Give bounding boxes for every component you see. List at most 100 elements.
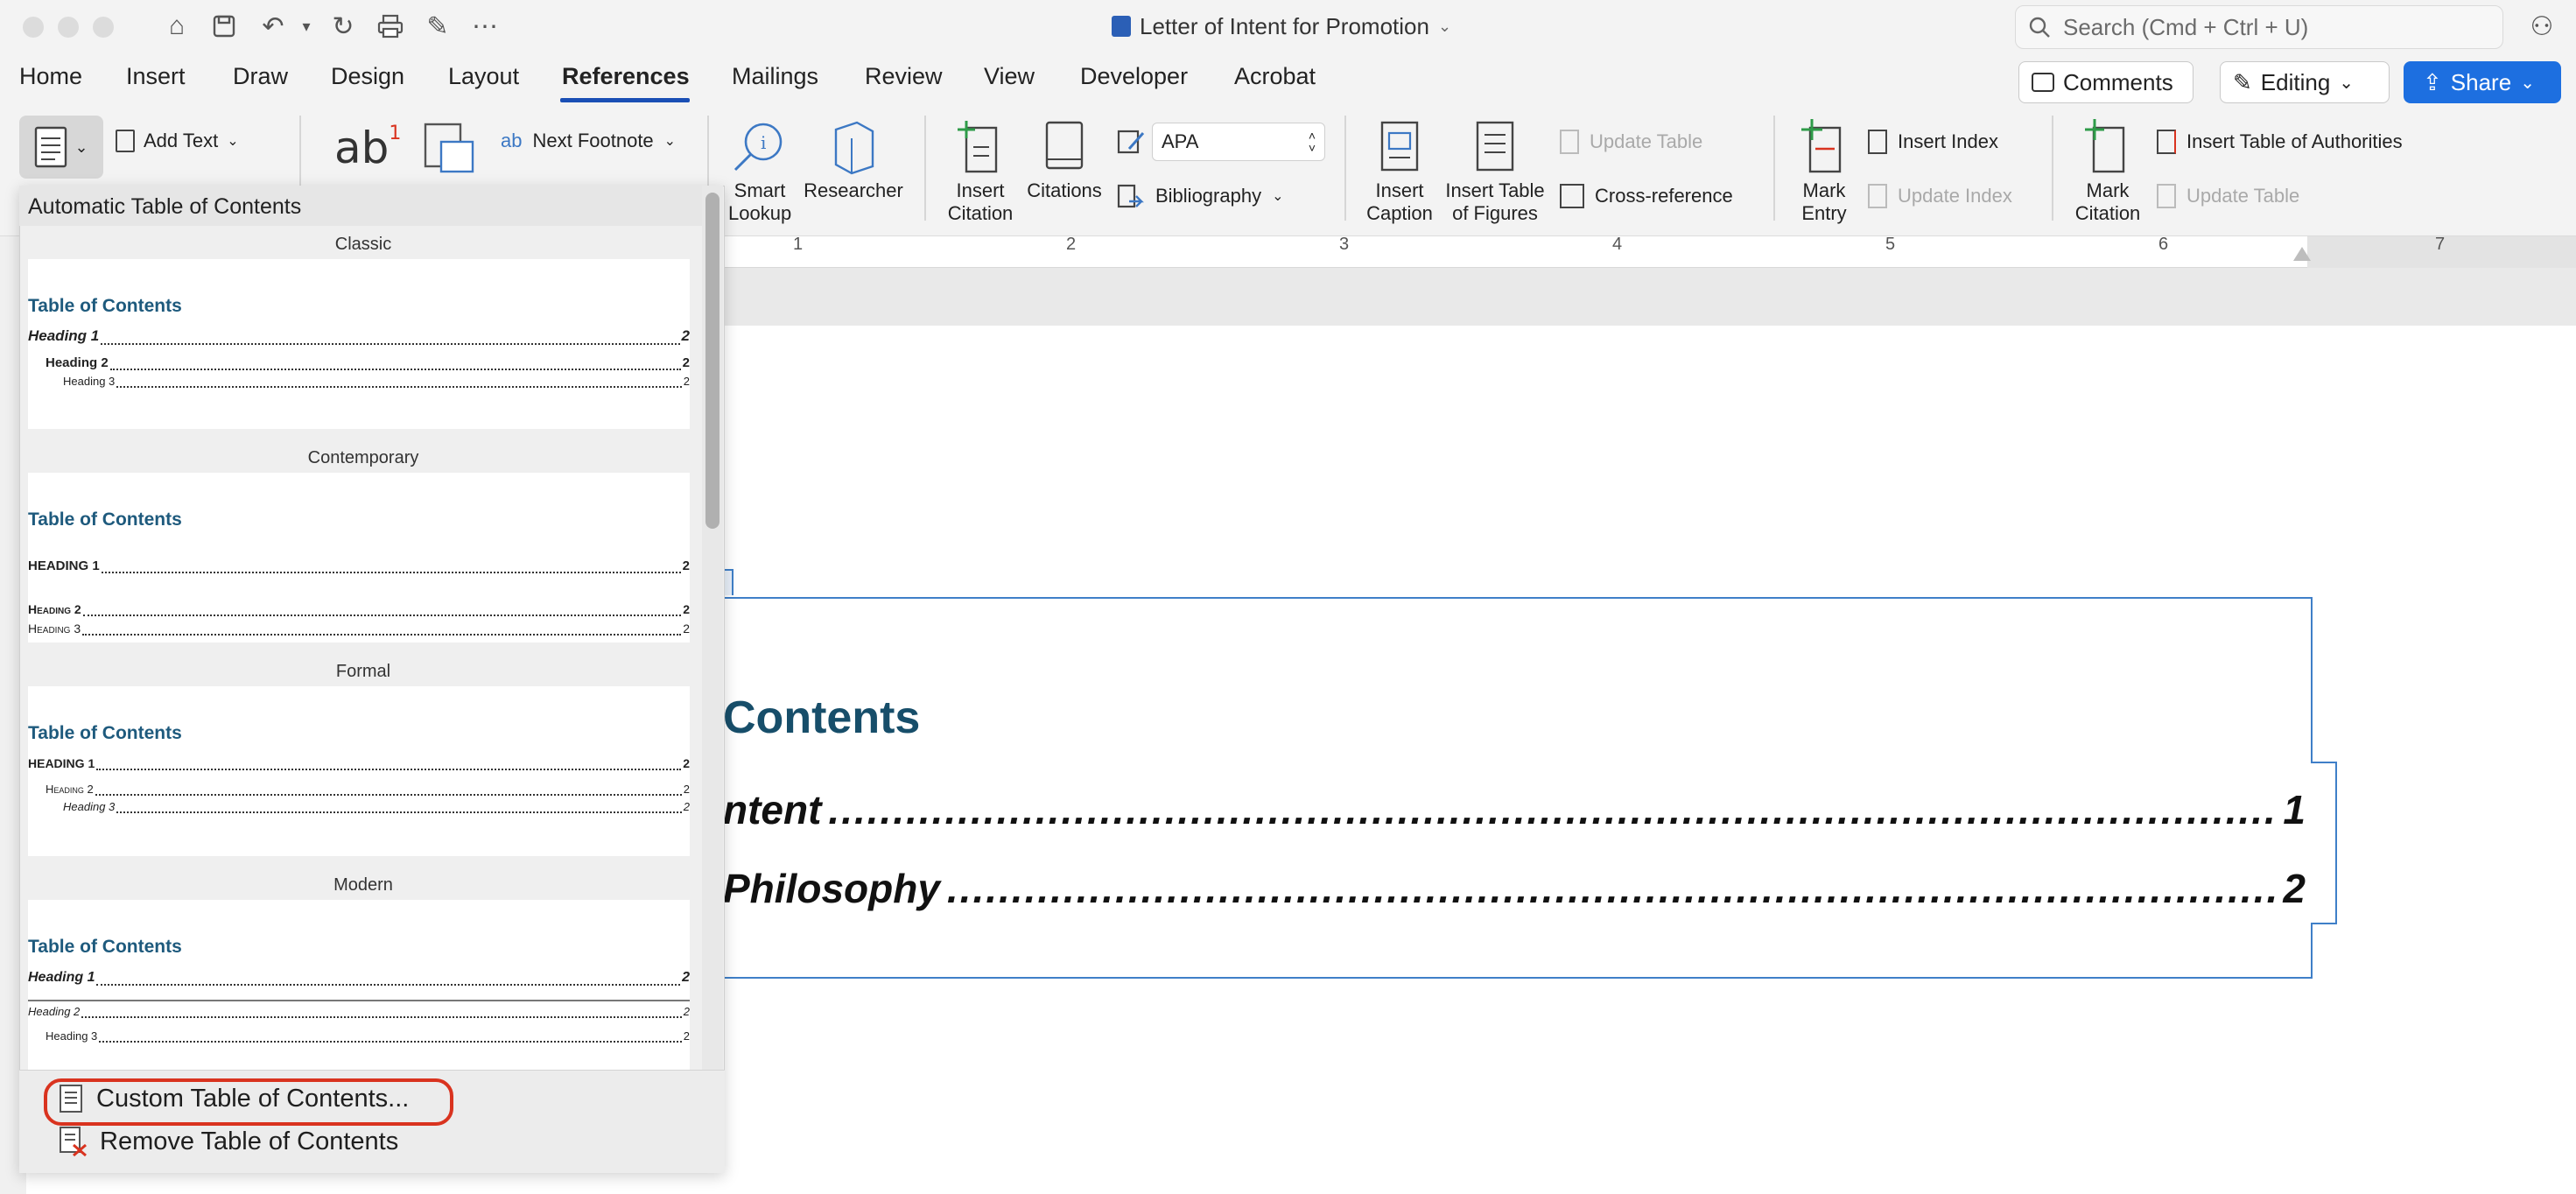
citation-style-icon: [1117, 128, 1145, 156]
smart-lookup-label-1: Smart: [733, 179, 786, 201]
preview-row: Heading 22: [28, 1005, 690, 1018]
ruler-number: 4: [1612, 235, 1623, 254]
insert-table-of-authorities-button[interactable]: Insert Table of Authorities: [2157, 130, 2403, 154]
style-name-modern: Modern: [333, 875, 393, 895]
undo-dropdown-icon[interactable]: ▾: [289, 9, 324, 44]
footnote-superscript: 1: [389, 123, 402, 144]
insert-citation-button[interactable]: Insert Citation: [938, 119, 1022, 225]
next-footnote-icon: ab: [501, 130, 523, 151]
redo-icon[interactable]: ↻: [326, 9, 361, 44]
toc-style-formal[interactable]: Table of Contents HEADING 12 Heading 22 …: [28, 686, 690, 856]
comments-button[interactable]: Comments: [2018, 61, 2193, 103]
mark-entry-label-1: Mark: [1802, 179, 1846, 201]
search-input[interactable]: Search (Cmd + Ctrl + U): [2015, 5, 2503, 49]
preview-row: Heading 22: [46, 783, 690, 796]
ruler-number: 3: [1339, 235, 1350, 254]
search-placeholder: Search (Cmd + Ctrl + U): [2063, 13, 2309, 40]
right-indent-marker[interactable]: [2293, 247, 2311, 261]
tab-view[interactable]: View: [984, 63, 1035, 90]
undo-icon[interactable]: ↶: [256, 9, 291, 44]
bibliography-button[interactable]: Bibliography ⌄: [1117, 182, 1283, 210]
update-table-authorities-button[interactable]: Update Table: [2157, 184, 2299, 208]
toc-control-tab[interactable]: [2311, 762, 2337, 924]
toc-style-classic[interactable]: Table of Contents Heading 12 Heading 22 …: [28, 259, 690, 429]
bibliography-label: Bibliography: [1155, 185, 1262, 207]
toc-style-modern[interactable]: Table of Contents Heading 12 Heading 22 …: [28, 900, 690, 1070]
smart-lookup-button[interactable]: i Smart Lookup: [728, 119, 791, 225]
preview-row: Heading 32: [63, 800, 690, 813]
update-table-figures-button[interactable]: Update Table: [1560, 130, 1702, 154]
researcher-icon: [834, 121, 874, 175]
update-table-icon: [1560, 130, 1579, 154]
mark-citation-label-2: Citation: [2074, 202, 2141, 224]
ruler-number: 6: [2158, 235, 2169, 254]
citation-style-select[interactable]: APA ˄ ˅: [1152, 123, 1325, 161]
zoom-window-button[interactable]: [93, 17, 114, 38]
share-button[interactable]: ⇪ Share ⌄: [2404, 61, 2561, 103]
insert-footnote-button[interactable]: ab1: [334, 123, 401, 173]
ruler-number: 5: [1885, 235, 1896, 254]
remove-toc-menu-item[interactable]: Remove Table of Contents: [58, 1126, 398, 1157]
gallery-scroll-thumb[interactable]: [705, 193, 719, 529]
print-icon[interactable]: [373, 9, 408, 44]
toc-entry-page: 1: [2283, 787, 2306, 832]
cross-reference-button[interactable]: Cross-reference: [1560, 184, 1733, 208]
preview-row: Heading 32: [28, 622, 690, 636]
table-of-contents-button[interactable]: ⌄: [19, 116, 103, 179]
tab-insert[interactable]: Insert: [126, 63, 186, 90]
insert-table-authorities-label: Insert Table of Authorities: [2186, 130, 2403, 152]
insert-caption-label-1: Insert: [1375, 179, 1424, 201]
chevron-down-icon: ⌄: [227, 134, 239, 149]
table-of-authorities-icon: [2157, 130, 2176, 154]
smart-lookup-icon: i: [733, 123, 783, 172]
mark-citation-icon: [2085, 119, 2125, 173]
chevron-down-icon: ⌄: [1272, 189, 1284, 204]
home-icon[interactable]: ⌂: [159, 9, 194, 44]
tab-developer[interactable]: Developer: [1080, 63, 1188, 90]
tab-references[interactable]: References: [562, 63, 690, 90]
preview-title: Table of Contents: [28, 509, 182, 530]
update-table-label: Update Table: [1590, 130, 1703, 152]
toc-entry[interactable]: Philosophy .............................…: [723, 865, 2306, 912]
tab-acrobat[interactable]: Acrobat: [1234, 63, 1316, 90]
tab-mailings[interactable]: Mailings: [732, 63, 818, 90]
tab-review[interactable]: Review: [865, 63, 943, 90]
preview-row: Heading 32: [63, 375, 690, 388]
mark-citation-button[interactable]: Mark Citation: [2066, 119, 2150, 225]
tab-layout[interactable]: Layout: [448, 63, 519, 90]
table-of-contents-icon: [35, 126, 67, 168]
close-window-button[interactable]: [23, 17, 44, 38]
insert-endnote-button[interactable]: [424, 123, 476, 175]
tab-draw[interactable]: Draw: [233, 63, 288, 90]
toc-style-contemporary[interactable]: Table of Contents HEADING 12 Heading 22 …: [28, 473, 690, 643]
insert-table-of-figures-button[interactable]: Insert Table of Figures: [1441, 119, 1549, 225]
account-icon[interactable]: ⚇: [2524, 9, 2559, 44]
style-name-formal: Formal: [335, 662, 391, 681]
search-icon: [2029, 17, 2050, 38]
tab-design[interactable]: Design: [331, 63, 404, 90]
ruler-number: 7: [2435, 235, 2446, 254]
toc-entry[interactable]: ntent ..................................…: [723, 786, 2306, 833]
citations-button[interactable]: Citations: [1022, 119, 1106, 202]
minimize-window-button[interactable]: [58, 17, 79, 38]
mark-citation-label-1: Mark: [2086, 179, 2130, 201]
document-title-text: Letter of Intent for Promotion: [1140, 12, 1429, 39]
document-title[interactable]: Letter of Intent for Promotion ⌄: [1112, 9, 1451, 44]
ruler-number: 1: [793, 235, 804, 254]
insert-index-button[interactable]: Insert Index: [1868, 130, 1998, 154]
preview-row: HEADING 12: [28, 756, 690, 770]
update-index-button[interactable]: Update Index: [1868, 184, 2012, 208]
save-icon[interactable]: [207, 9, 242, 44]
preview-title: Table of Contents: [28, 723, 182, 743]
tab-home[interactable]: Home: [19, 63, 82, 90]
add-text-button[interactable]: Add Text ⌄: [116, 130, 239, 152]
researcher-button[interactable]: Researcher: [800, 119, 907, 202]
more-icon[interactable]: ⋯: [467, 9, 502, 44]
pen-icon[interactable]: ✎: [420, 9, 455, 44]
cross-reference-label: Cross-reference: [1595, 185, 1733, 207]
insert-caption-button[interactable]: Insert Caption: [1358, 119, 1441, 225]
insert-citation-icon: [958, 121, 998, 173]
mark-entry-button[interactable]: Mark Entry: [1789, 119, 1859, 225]
editing-mode-button[interactable]: ✎ Editing ⌄: [2220, 61, 2390, 103]
next-footnote-button[interactable]: ab Next Footnote ⌄: [501, 130, 676, 152]
